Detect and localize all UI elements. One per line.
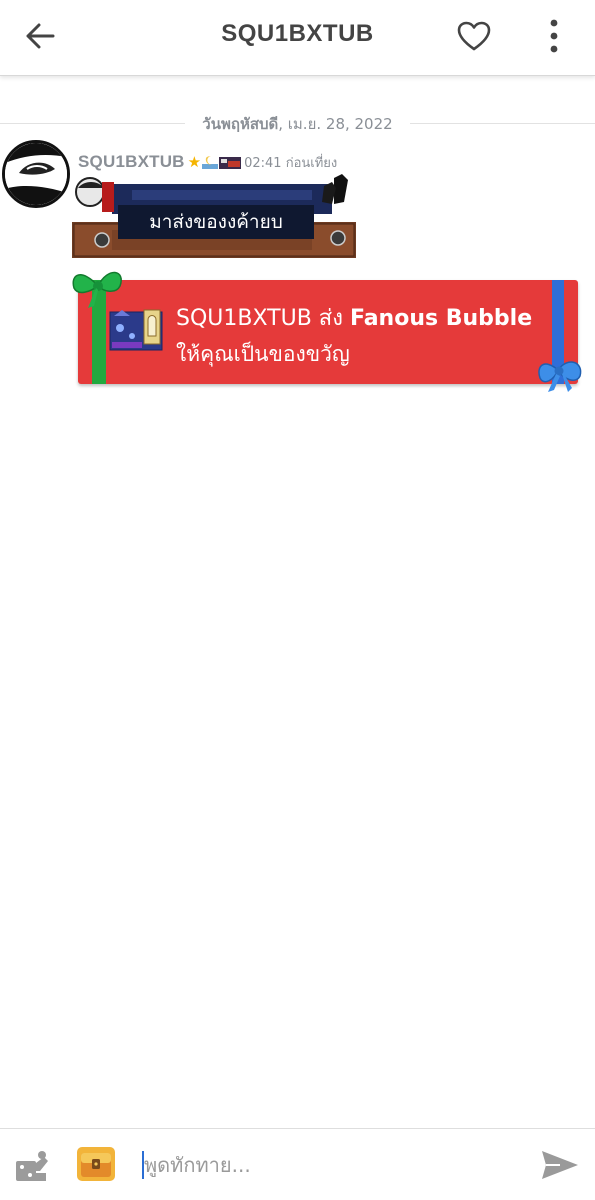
dice-tools-icon xyxy=(16,1151,48,1181)
divider-right xyxy=(410,123,595,124)
send-button[interactable] xyxy=(538,1147,582,1183)
date-label: วันพฤหัสบดี, เม.ย. 28, 2022 xyxy=(190,112,405,136)
send-icon xyxy=(542,1151,578,1179)
gift-item-name: Fanous Bubble xyxy=(349,306,533,331)
gift-card[interactable]: SQU1BXTUB ส่ง Fanous Bubble ให้คุณเป็นขอ… xyxy=(68,264,588,398)
tools-button[interactable] xyxy=(14,1149,50,1183)
gift-message-line2: ให้คุณเป็นของขวัญ xyxy=(176,342,350,366)
moon-icon xyxy=(202,156,219,169)
bubble-item-icon xyxy=(109,309,163,351)
message-text[interactable]: มาส่งของงค้ายบ xyxy=(118,205,314,239)
blue-bow-icon xyxy=(538,361,582,392)
treasure-chest-button[interactable] xyxy=(76,1145,116,1183)
avatar-image xyxy=(5,143,67,205)
heart-outline-icon xyxy=(457,21,491,51)
chat-header: SQU1BXTUB xyxy=(0,0,595,76)
gift-message-line1: SQU1BXTUB ส่ง Fanous Bubble xyxy=(176,300,532,335)
date-day: วันพฤหัสบดี xyxy=(202,115,279,133)
divider-left xyxy=(0,123,185,124)
bed-icon xyxy=(219,157,242,169)
green-bow-icon xyxy=(72,271,122,308)
message-input-wrapper xyxy=(138,1147,518,1183)
gift-verb: ส่ง xyxy=(311,306,350,331)
star-icon: ★ xyxy=(187,153,202,171)
favorite-button[interactable] xyxy=(454,16,494,56)
page-title: SQU1BXTUB xyxy=(221,20,374,47)
more-vertical-icon xyxy=(550,19,558,53)
message-username[interactable]: SQU1BXTUB xyxy=(78,152,185,172)
message-input[interactable] xyxy=(144,1149,514,1181)
more-options-button[interactable] xyxy=(536,14,572,58)
date-rest: , เม.ย. 28, 2022 xyxy=(278,115,393,133)
gift-sender: SQU1BXTUB xyxy=(176,306,312,331)
message-time: 02:41 ก่อนเที่ยง xyxy=(244,155,338,171)
user-badges: ★ xyxy=(187,153,242,171)
treasure-chest-icon xyxy=(77,1147,115,1181)
message-composer xyxy=(0,1128,595,1200)
avatar[interactable] xyxy=(2,140,70,208)
message-header: SQU1BXTUB ★ 02:41 ก่อนเที่ยง xyxy=(78,150,337,174)
date-separator: วันพฤหัสบดี, เม.ย. 28, 2022 xyxy=(0,112,595,134)
